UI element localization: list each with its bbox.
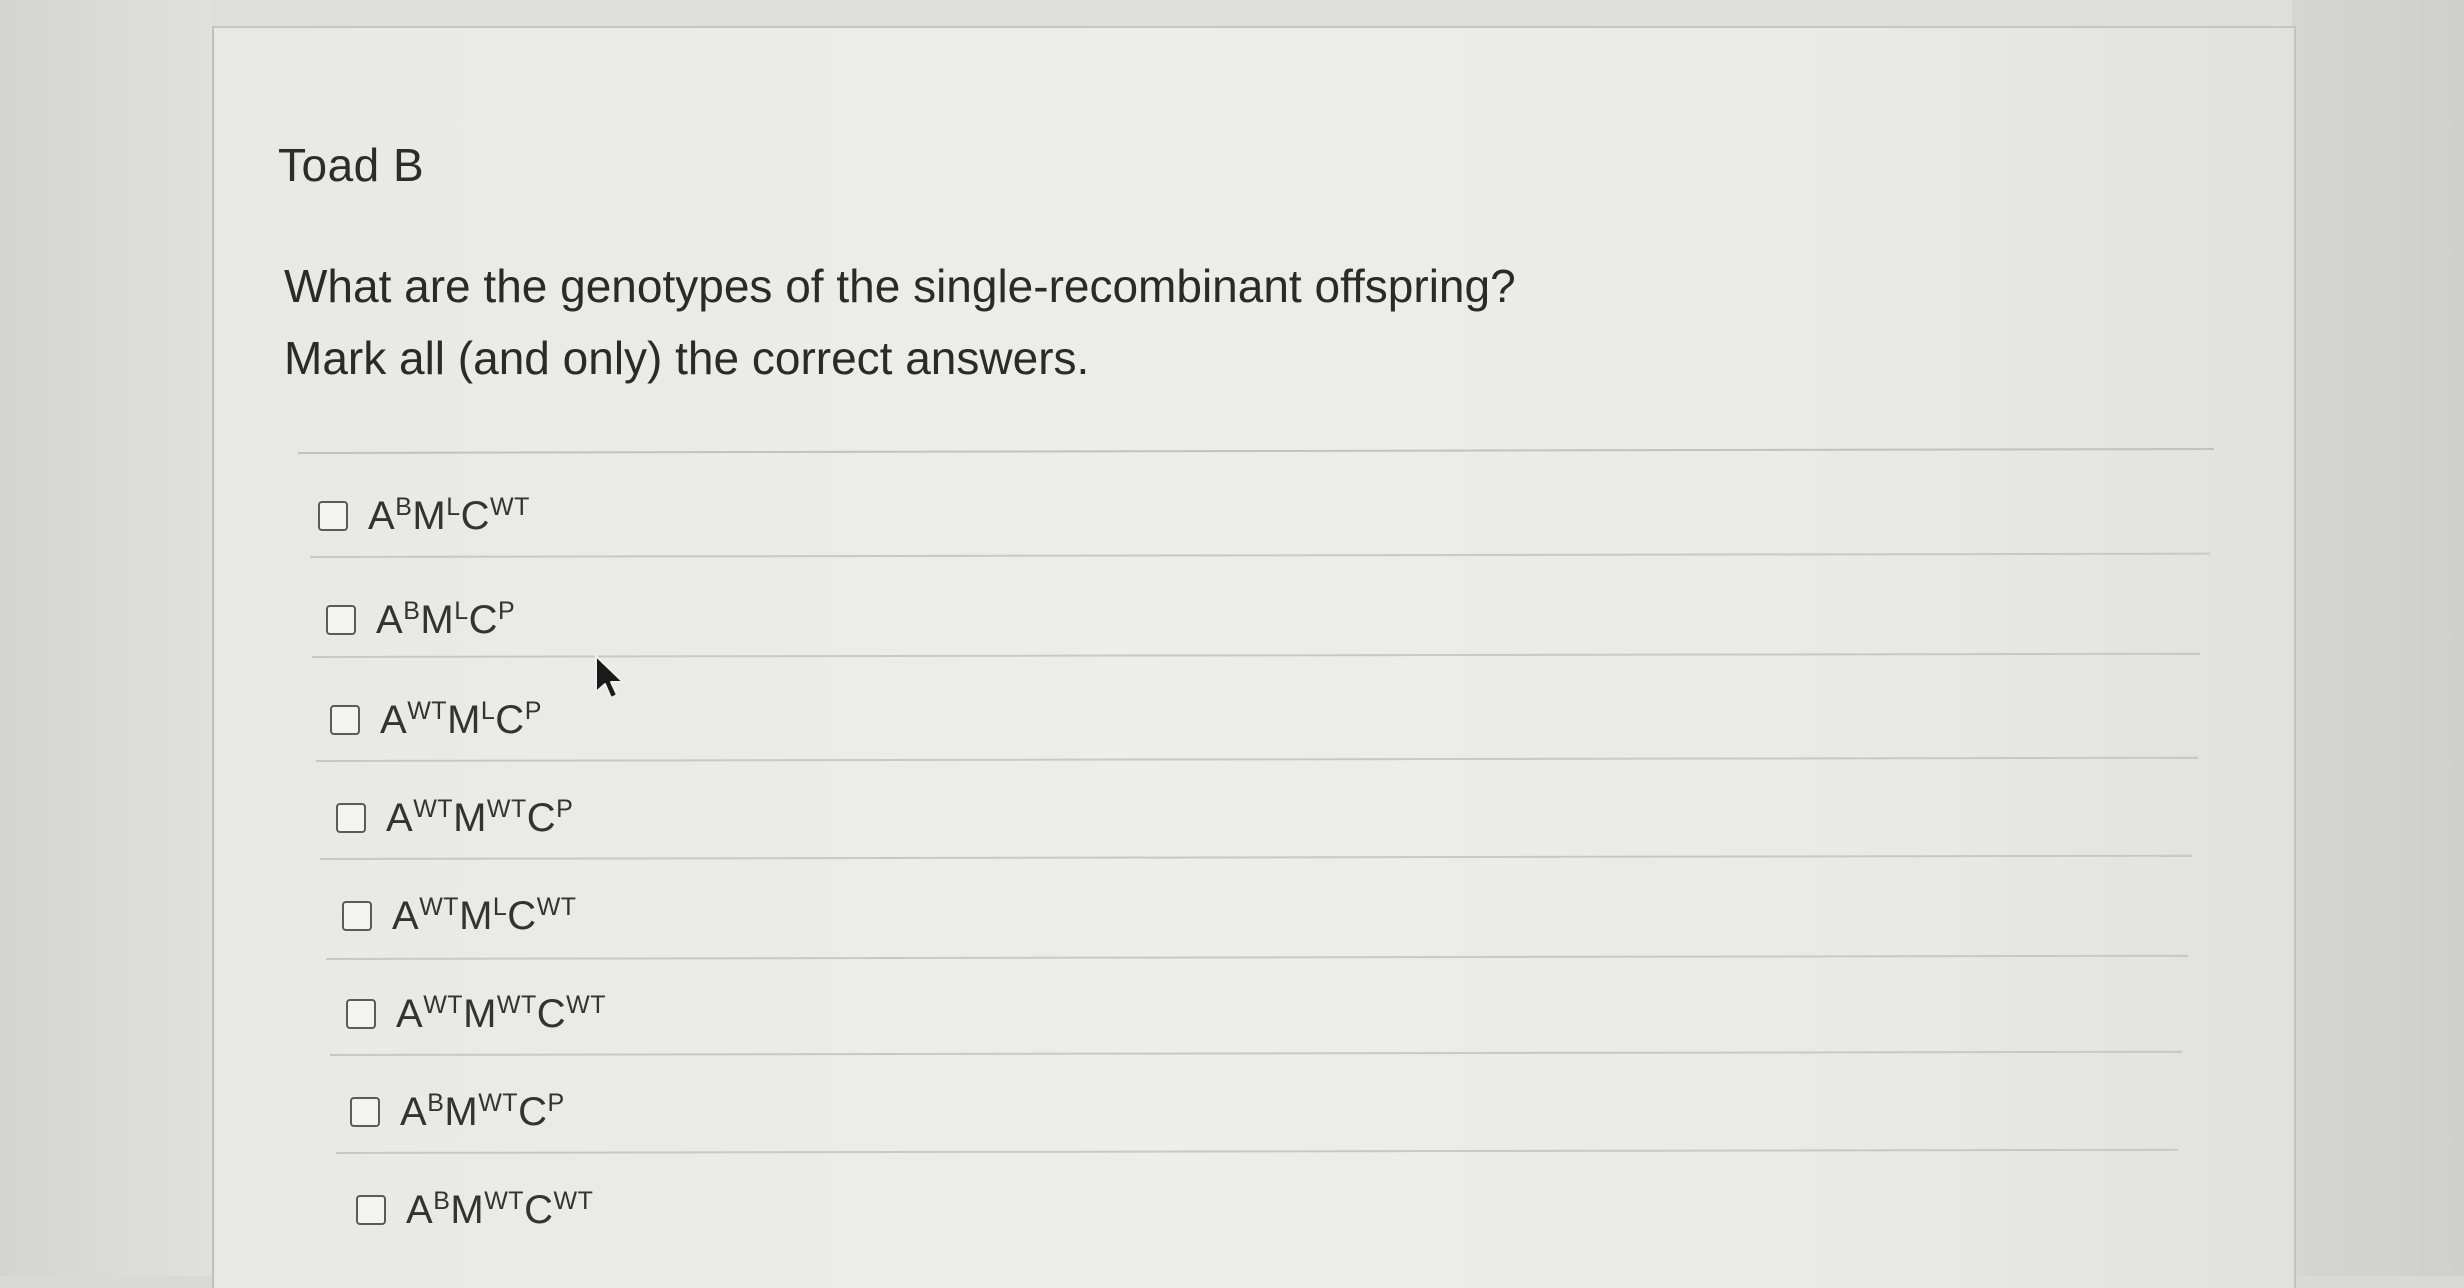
allele-superscript: WT — [496, 991, 537, 1019]
allele-symbol: A — [396, 992, 424, 1036]
allele-superscript: WT — [484, 1187, 525, 1215]
allele-superscript: WT — [536, 893, 577, 921]
answer-checkbox[interactable] — [318, 501, 348, 531]
allele-symbol: C — [460, 494, 490, 538]
allele-superscript: P — [556, 795, 574, 823]
allele-superscript: L — [492, 893, 508, 921]
answer-label[interactable]: AWTMWTCP — [386, 795, 573, 841]
allele-superscript: WT — [407, 697, 448, 725]
allele-superscript: WT — [419, 893, 460, 921]
allele-symbol: C — [507, 894, 537, 938]
answer-option[interactable]: ABMLCWT — [318, 486, 530, 546]
allele-symbol: M — [420, 598, 455, 642]
answer-label[interactable]: ABMWTCWT — [406, 1187, 593, 1233]
allele-superscript: B — [395, 493, 413, 521]
allele-symbol: M — [450, 1188, 485, 1232]
allele-superscript: WT — [423, 991, 464, 1019]
answer-option[interactable]: ABMWTCP — [350, 1082, 565, 1142]
question-title: Toad B — [278, 139, 425, 191]
answer-option[interactable]: AWTMLCP — [330, 690, 542, 750]
allele-symbol: A — [400, 1090, 428, 1134]
answer-checkbox[interactable] — [342, 901, 372, 931]
allele-superscript: WT — [490, 493, 530, 521]
allele-superscript: WT — [553, 1187, 594, 1215]
allele-symbol: M — [444, 1090, 479, 1134]
allele-symbol: C — [495, 698, 525, 742]
previous-card-edge — [212, 0, 2292, 26]
allele-symbol: C — [524, 1188, 554, 1232]
allele-superscript: P — [524, 697, 542, 725]
allele-symbol: A — [386, 796, 414, 840]
answer-option[interactable]: ABMLCP — [326, 590, 515, 650]
allele-symbol: A — [406, 1188, 434, 1232]
allele-superscript: B — [427, 1089, 445, 1117]
allele-symbol: A — [392, 894, 420, 938]
allele-symbol: C — [468, 598, 498, 642]
answer-option[interactable]: AWTMLCWT — [342, 886, 577, 946]
answer-label[interactable]: ABMWTCP — [400, 1089, 565, 1135]
allele-superscript: WT — [566, 991, 607, 1019]
answer-label[interactable]: ABMLCWT — [368, 493, 530, 539]
allele-superscript: WT — [413, 795, 454, 823]
allele-superscript: B — [433, 1187, 451, 1215]
allele-symbol: M — [447, 698, 481, 742]
answer-checkbox[interactable] — [350, 1097, 380, 1127]
question-instruction: Mark all (and only) the correct answers. — [284, 332, 1090, 384]
allele-superscript: L — [454, 597, 469, 625]
answer-option[interactable]: AWTMWTCP — [336, 788, 573, 848]
answer-checkbox[interactable] — [336, 803, 366, 833]
allele-superscript: L — [446, 493, 461, 521]
answer-checkbox[interactable] — [330, 705, 360, 735]
answer-option[interactable]: AWTMWTCWT — [346, 984, 606, 1044]
allele-symbol: C — [518, 1090, 548, 1134]
allele-superscript: L — [480, 697, 496, 725]
allele-symbol: M — [412, 494, 447, 538]
answer-label[interactable]: ABMLCP — [376, 597, 515, 643]
allele-symbol: A — [376, 598, 404, 642]
allele-symbol: C — [536, 992, 567, 1036]
allele-symbol: M — [459, 894, 493, 938]
allele-superscript: B — [403, 597, 421, 625]
question-prompt: What are the genotypes of the single-rec… — [284, 250, 1516, 394]
answer-label[interactable]: AWTMLCP — [380, 697, 542, 743]
answer-label[interactable]: AWTMWTCWT — [396, 991, 606, 1037]
answer-label[interactable]: AWTMLCWT — [392, 893, 577, 939]
allele-superscript: P — [498, 597, 516, 625]
allele-superscript: P — [547, 1089, 565, 1117]
mouse-pointer-icon — [595, 655, 624, 699]
allele-symbol: M — [453, 796, 487, 840]
question-text: What are the genotypes of the single-rec… — [284, 260, 1516, 312]
allele-symbol: C — [526, 796, 557, 840]
answer-option[interactable]: ABMWTCWT — [356, 1180, 593, 1240]
answer-checkbox[interactable] — [326, 605, 356, 635]
answer-checkbox[interactable] — [356, 1195, 386, 1225]
allele-symbol: A — [368, 494, 396, 538]
answer-checkbox[interactable] — [346, 999, 376, 1029]
allele-symbol: A — [380, 698, 408, 742]
allele-superscript: WT — [486, 795, 527, 823]
allele-superscript: WT — [478, 1089, 519, 1117]
allele-symbol: M — [463, 992, 497, 1036]
